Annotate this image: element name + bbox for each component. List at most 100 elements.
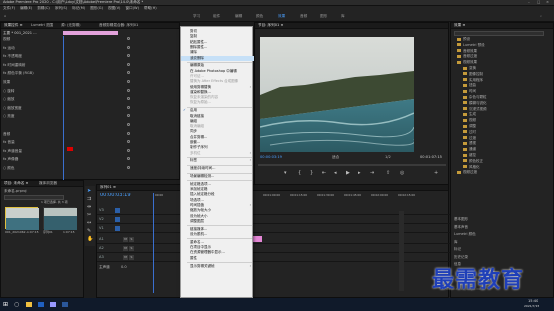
effect-folder[interactable]: 键控	[463, 153, 476, 158]
menu-graphics[interactable]: 图形(G)	[90, 6, 103, 11]
tab-media-browser[interactable]: 媒体浏览器	[39, 181, 57, 186]
add-marker-icon[interactable]: ▾	[284, 170, 287, 176]
effect-property-row[interactable]: ○ 缩放宽度	[3, 106, 22, 110]
mark-in-icon[interactable]: {	[298, 170, 301, 176]
menu-item[interactable]: 标签 ›	[181, 158, 254, 163]
browser-icon[interactable]	[38, 302, 44, 307]
effect-folder[interactable]: 扭曲	[463, 83, 476, 88]
panel-stack-item[interactable]: 基本声音	[454, 225, 468, 230]
workspace-graphics[interactable]: 图形	[320, 14, 327, 19]
effect-property-row[interactable]: fx 声道音量	[3, 149, 22, 153]
effect-folder[interactable]: 视频效果	[457, 60, 477, 65]
tab-project[interactable]: 项目: 未命名 ≡	[4, 181, 28, 186]
explorer-icon[interactable]	[26, 302, 32, 307]
workspace-libraries[interactable]: 库	[341, 14, 345, 19]
keyframe-toggle-icon[interactable]	[127, 131, 130, 135]
keyframe-toggle-icon[interactable]	[127, 45, 130, 49]
timeline-ruler[interactable]: 00:0000:00:15:0000:00:30:0000:00:45:0000…	[97, 193, 450, 199]
track-target-toggle[interactable]	[115, 217, 120, 222]
effect-folder[interactable]: 通道	[463, 147, 476, 152]
menu-help[interactable]: 帮助(H)	[144, 6, 157, 11]
menu-item[interactable]: 属性	[181, 256, 254, 261]
effect-folder[interactable]: 视频	[463, 118, 476, 123]
workspace-color[interactable]: 颜色	[256, 14, 263, 19]
menu-marker[interactable]: 标记(M)	[72, 6, 85, 11]
effect-folder[interactable]: 音频过渡	[457, 54, 477, 59]
audio-track[interactable]: A2 M S	[97, 245, 450, 253]
tab-sequence[interactable]: 序列01 ≡	[100, 185, 116, 190]
track-header[interactable]: A3	[99, 255, 104, 259]
effects-search-input[interactable]	[454, 31, 544, 36]
tab-audio-mixer[interactable]: 音频剪辑混合器: 序列01	[99, 23, 138, 28]
home-icon[interactable]: ⌂	[4, 14, 6, 18]
keyframe-toggle-icon[interactable]	[127, 105, 130, 109]
track-header[interactable]: A1	[99, 237, 104, 241]
menu-edit[interactable]: 编辑(E)	[20, 6, 32, 11]
effect-folder[interactable]: 透视	[463, 141, 476, 146]
tab-program-monitor[interactable]: 节目: 序列01 ≡	[258, 23, 283, 28]
menu-item[interactable]: 多机位 ›	[181, 151, 254, 156]
workspace-learn[interactable]: 学习	[193, 14, 200, 19]
effect-property-row[interactable]: ○ 亮度	[3, 114, 14, 118]
razor-tool-icon[interactable]: ✂	[87, 212, 91, 218]
effect-folder[interactable]: 视频过渡	[457, 170, 477, 175]
menu-clip[interactable]: 剪辑(C)	[37, 6, 50, 11]
menu-item[interactable]: 恢复为原始...	[181, 100, 254, 105]
effect-property-row[interactable]: ○ 颜色	[3, 166, 14, 170]
panel-stack-item[interactable]: 库	[454, 240, 458, 245]
mark-out-icon[interactable]: }	[310, 170, 313, 176]
menu-item[interactable]: 调整图层	[181, 219, 254, 224]
hand-tool-icon[interactable]: ✋	[87, 236, 93, 242]
effect-property-row[interactable]: 效果	[3, 80, 10, 84]
workspace-editing[interactable]: 编辑	[235, 14, 242, 19]
tab-effects[interactable]: 效果 ≡	[454, 23, 465, 28]
menu-file[interactable]: 文件(F)	[3, 6, 15, 11]
panel-stack-item[interactable]: 标记	[454, 247, 461, 252]
mute-button[interactable]: M	[123, 246, 128, 251]
effect-property-row[interactable]: fx 颜色平衡 (RGB)	[3, 71, 34, 75]
keyframe-toggle-icon[interactable]	[127, 54, 130, 58]
keyframe-toggle-icon[interactable]	[127, 37, 130, 40]
track-header[interactable]: V2	[99, 217, 104, 221]
keyframe-toggle-icon[interactable]	[127, 88, 130, 92]
audio-track[interactable]: A1 M S	[97, 236, 450, 244]
audio-track[interactable]: A3 M S	[97, 254, 450, 262]
program-scrubber[interactable]	[258, 164, 446, 166]
track-target-toggle[interactable]	[115, 226, 120, 231]
tab-lumetri-scopes[interactable]: Lumetri 范围	[31, 23, 53, 28]
panel-stack-item[interactable]: Lumetri 颜色	[454, 232, 476, 237]
search-icon[interactable]: ⌕	[540, 14, 542, 18]
effect-property-row[interactable]: fx 时间重映射	[3, 63, 26, 67]
keyframe-toggle-icon[interactable]	[127, 140, 130, 144]
go-to-out-icon[interactable]: ⇥	[370, 170, 374, 176]
effect-folder[interactable]: 模糊与锐化	[463, 101, 487, 106]
selection-tool-icon[interactable]: ➤	[87, 188, 91, 194]
mute-button[interactable]: M	[123, 237, 128, 242]
tab-effect-controls[interactable]: 效果控件 ≡	[4, 23, 23, 28]
menu-item[interactable]: 显示剪辑关键帧 ›	[181, 264, 254, 269]
effect-folder[interactable]: 过渡	[463, 136, 476, 141]
color-swatch[interactable]	[67, 147, 73, 151]
lift-icon[interactable]: ⇧	[386, 170, 390, 176]
effect-folder[interactable]: 变换	[463, 66, 476, 71]
keyframe-toggle-icon[interactable]	[127, 97, 130, 101]
menu-view[interactable]: 视图(V)	[108, 6, 120, 11]
keyframe-toggle-icon[interactable]	[127, 71, 130, 75]
video-track[interactable]: V3	[97, 207, 450, 215]
effect-folder[interactable]: 杂色与颗粒	[463, 95, 487, 100]
go-to-in-icon[interactable]: ⇤	[322, 170, 326, 176]
menu-item[interactable]: 速度/持续时间...	[181, 166, 254, 171]
maximize-icon[interactable]: □	[537, 0, 540, 5]
search-taskbar-icon[interactable]: ○	[14, 301, 19, 308]
effect-property-row[interactable]: ○ 旋转	[3, 89, 14, 93]
tab-source[interactable]: 源: (无剪辑)	[61, 23, 81, 28]
mute-button[interactable]: M	[123, 255, 128, 260]
menu-item[interactable]: 场景编辑检测...	[181, 174, 254, 179]
track-header[interactable]: A2	[99, 246, 104, 250]
effect-folder[interactable]: 过时	[463, 130, 476, 135]
effect-property-row[interactable]: fx 音量	[3, 140, 15, 144]
menu-item[interactable]: 设为脱机...	[181, 232, 254, 237]
windows-start-icon[interactable]: ⊞	[3, 301, 8, 308]
play-icon[interactable]: ▶	[346, 170, 350, 176]
close-icon[interactable]: ×	[546, 0, 549, 5]
